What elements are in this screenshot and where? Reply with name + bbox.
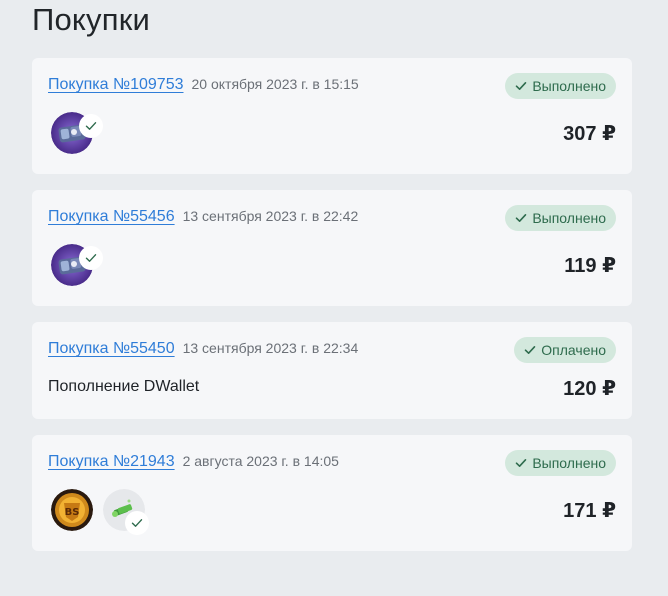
check-icon [516,214,527,222]
order-link[interactable]: Покупка №21943 [48,453,175,471]
page-title: Покупки [32,2,150,37]
status-badge: Выполнено [505,73,616,99]
order-link[interactable]: Покупка №109753 [48,76,184,94]
product-thumbnail[interactable]: BS [51,489,93,531]
order-card: Покупка №21943 2 августа 2023 г. в 14:05… [32,435,632,551]
status-label: Выполнено [532,78,606,94]
order-link[interactable]: Покупка №55450 [48,340,175,358]
brawl-stars-icon: BS [51,489,93,531]
status-label: Выполнено [532,455,606,471]
order-link[interactable]: Покупка №55456 [48,208,175,226]
order-header: Покупка №55456 13 сентября 2023 г. в 22:… [48,208,358,226]
svg-text:BS: BS [65,507,80,518]
check-icon [524,346,536,354]
orders-list: Покупка №109753 20 октября 2023 г. в 15:… [32,58,632,567]
check-icon [516,459,527,467]
check-icon [516,82,527,90]
order-date: 20 октября 2023 г. в 15:15 [191,76,359,92]
status-label: Выполнено [532,210,606,226]
order-price: 119 ₽ [564,255,616,277]
order-date: 13 сентября 2023 г. в 22:34 [182,340,359,356]
order-card: Покупка №55450 13 сентября 2023 г. в 22:… [32,322,632,419]
completed-badge [125,511,149,535]
order-price: 307 ₽ [563,123,616,145]
order-items [51,244,103,286]
check-icon [131,519,143,527]
order-price: 120 ₽ [563,378,616,400]
order-card: Покупка №109753 20 октября 2023 г. в 15:… [32,58,632,174]
order-date: 13 сентября 2023 г. в 22:42 [182,208,359,224]
status-badge: Выполнено [505,205,616,231]
order-header: Покупка №55450 13 сентября 2023 г. в 22:… [48,340,358,358]
status-label: Оплачено [541,342,606,358]
order-date: 2 августа 2023 г. в 14:05 [182,453,339,469]
product-thumbnail[interactable] [103,489,149,535]
order-items: BS [51,489,149,535]
check-icon [85,122,97,130]
check-icon [85,254,97,262]
status-badge: Выполнено [505,450,616,476]
product-thumbnail[interactable] [51,112,103,154]
status-badge: Оплачено [514,337,616,363]
order-card: Покупка №55456 13 сентября 2023 г. в 22:… [32,190,632,306]
order-items [51,112,103,154]
order-description: Пополнение DWallet [48,378,200,395]
order-price: 171 ₽ [563,500,616,522]
order-header: Покупка №21943 2 августа 2023 г. в 14:05 [48,453,339,471]
order-header: Покупка №109753 20 октября 2023 г. в 15:… [48,76,359,94]
completed-badge [79,246,103,270]
product-thumbnail[interactable] [51,244,103,286]
completed-badge [79,114,103,138]
